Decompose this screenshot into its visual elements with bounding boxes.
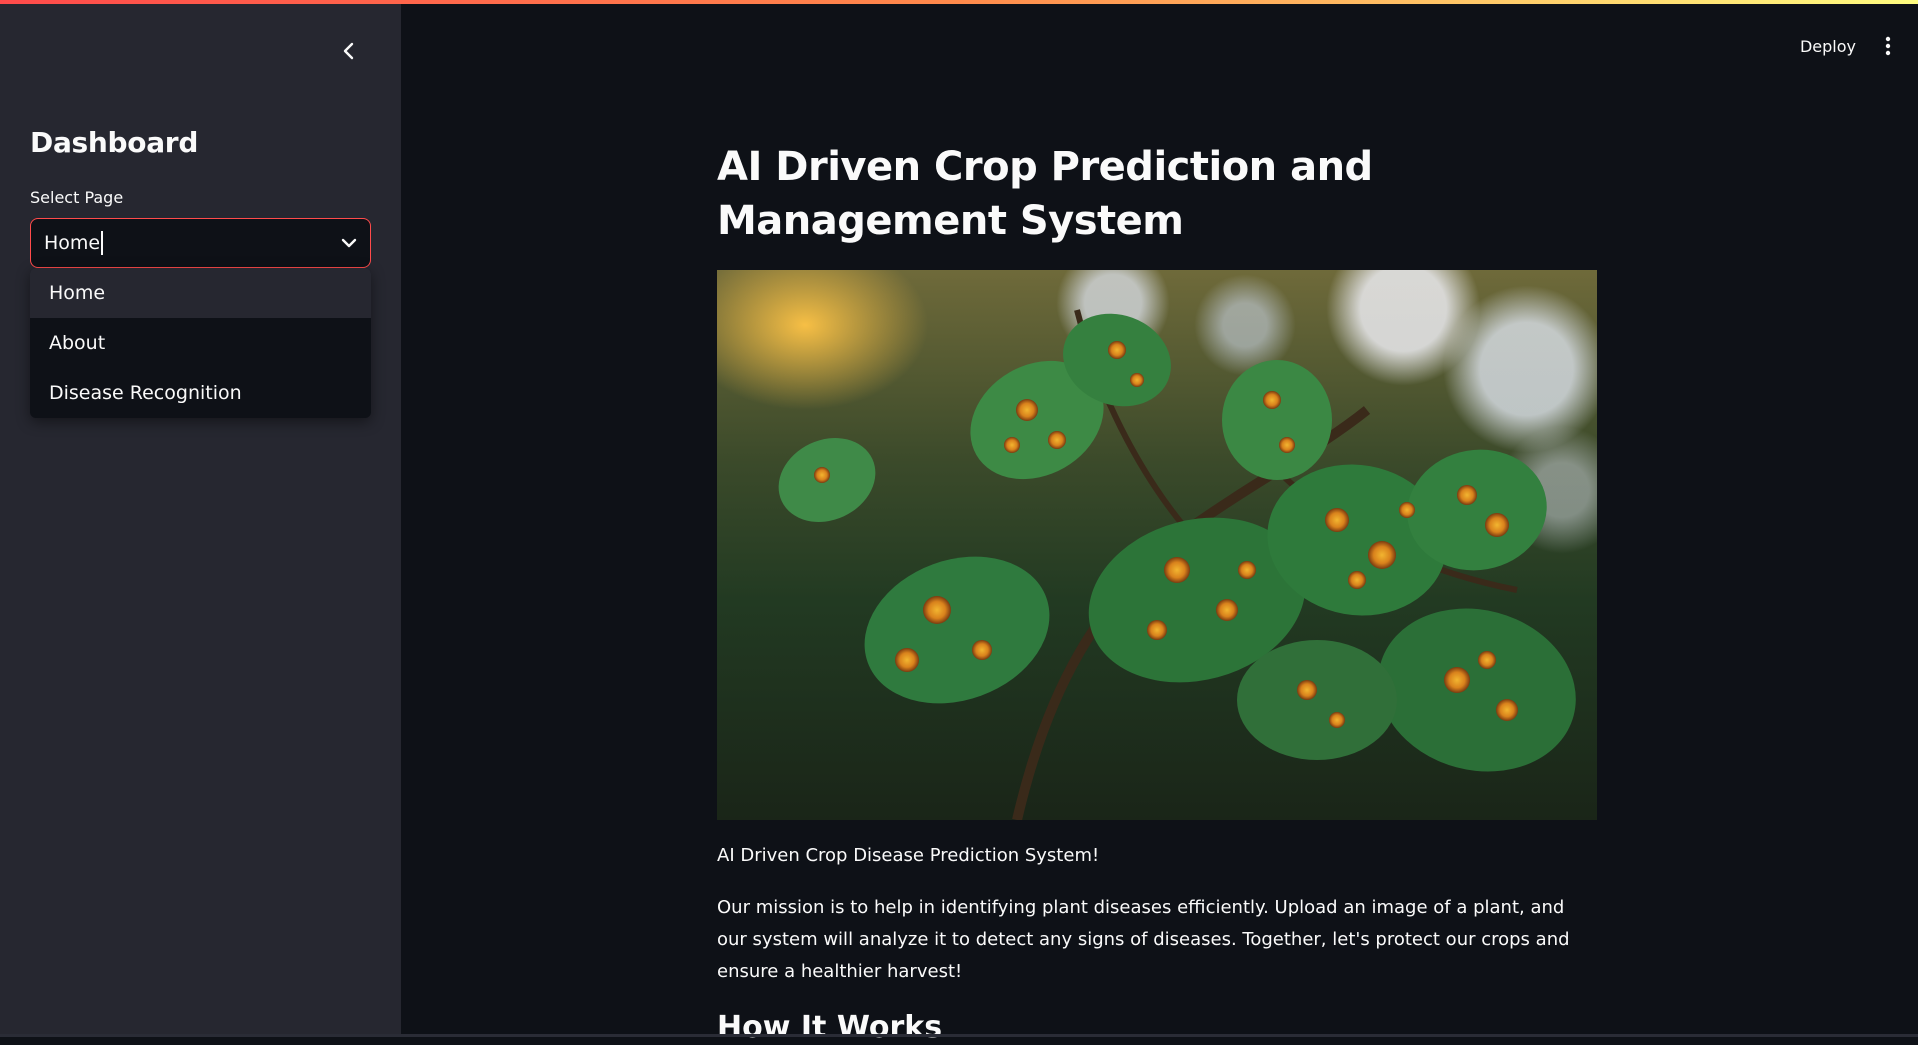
option-disease-recognition[interactable]: Disease Recognition bbox=[30, 368, 371, 418]
header-decoration-bar bbox=[0, 0, 1918, 4]
page-select[interactable]: Home bbox=[30, 218, 371, 268]
page-title: AI Driven Crop Prediction and Management… bbox=[717, 144, 1373, 244]
page-select-value[interactable]: Home bbox=[44, 232, 100, 254]
plant-leaves-illustration bbox=[778, 309, 1576, 820]
option-about[interactable]: About bbox=[30, 318, 371, 368]
page-select-dropdown: Home About Disease Recognition bbox=[30, 268, 371, 418]
collapse-sidebar-button[interactable] bbox=[336, 38, 362, 64]
mission-paragraph: Our mission is to help in identifying pl… bbox=[717, 897, 1570, 982]
text-cursor bbox=[101, 231, 104, 255]
vertical-dots-icon bbox=[1885, 36, 1891, 56]
main-content: AI Driven Crop Prediction and Management… bbox=[717, 140, 1597, 1045]
top-toolbar: Deploy bbox=[1800, 34, 1898, 58]
hero-image bbox=[717, 270, 1597, 820]
option-home[interactable]: Home bbox=[30, 268, 371, 318]
deploy-button[interactable]: Deploy bbox=[1800, 37, 1856, 56]
intro-caption: AI Driven Crop Disease Prediction System… bbox=[717, 845, 1100, 866]
select-page-label: Select Page bbox=[30, 188, 124, 207]
main-menu-button[interactable] bbox=[1878, 34, 1898, 58]
chevron-left-icon bbox=[343, 42, 354, 60]
how-it-works-heading: How It Works bbox=[717, 1010, 943, 1045]
sidebar: Dashboard Select Page Home Home About Di… bbox=[0, 0, 401, 1037]
sidebar-title: Dashboard bbox=[30, 126, 199, 159]
chevron-down-icon[interactable] bbox=[341, 238, 357, 248]
